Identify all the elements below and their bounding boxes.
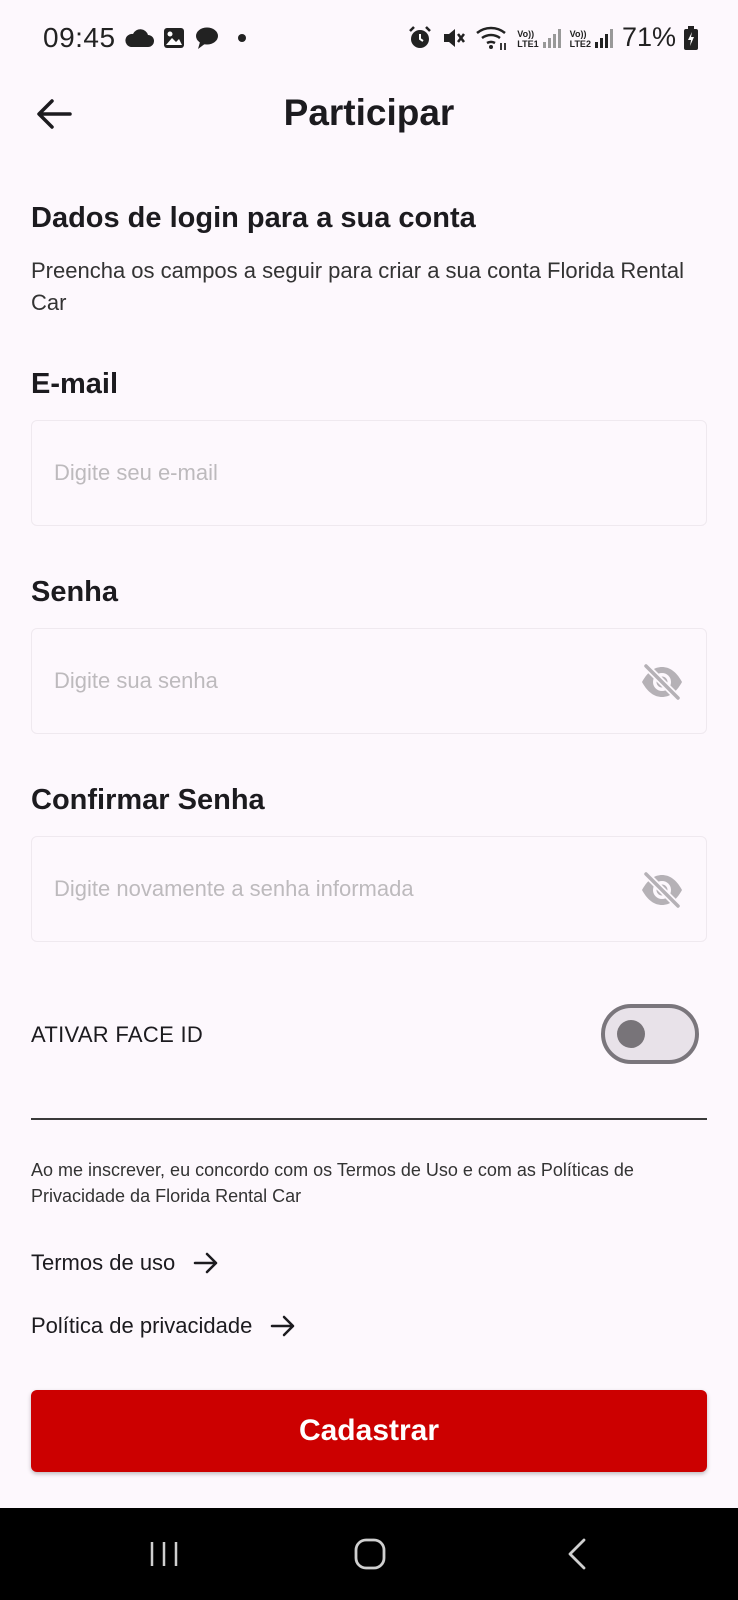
privacy-policy-link[interactable]: Política de privacidade xyxy=(31,1313,296,1339)
chat-bubble-icon xyxy=(196,27,218,49)
terms-of-use-link[interactable]: Termos de uso xyxy=(31,1250,219,1276)
email-field[interactable] xyxy=(31,420,707,526)
volte-label-2: Vo)) xyxy=(569,28,587,39)
section-title: Dados de login para a sua conta xyxy=(31,202,476,234)
app-bar: Participar xyxy=(0,78,738,154)
email-label: E-mail xyxy=(31,368,119,400)
signal-lte1-icon: Vo)) LTE1 xyxy=(517,27,561,49)
terms-text: Ao me inscrever, eu concordo com os Term… xyxy=(31,1160,634,1206)
status-bar: 09:45 Vo)) LTE1 Vo)) LTE2 71% xyxy=(0,0,738,78)
system-nav-bar xyxy=(0,1508,738,1600)
arrow-right-icon xyxy=(271,1315,295,1337)
confirm-password-field[interactable] xyxy=(31,836,707,942)
arrow-right-icon xyxy=(194,1252,218,1274)
back-icon[interactable] xyxy=(556,1534,600,1574)
divider xyxy=(31,1118,707,1120)
signal-lte2-icon: Vo)) LTE2 xyxy=(570,27,614,49)
lte2-label: LTE2 xyxy=(569,38,591,49)
eye-off-icon[interactable] xyxy=(640,870,684,910)
submit-button[interactable]: Cadastrar xyxy=(31,1390,707,1472)
face-id-toggle[interactable] xyxy=(601,1004,699,1064)
wifi-icon xyxy=(476,26,507,50)
battery-percent: 71% xyxy=(621,22,676,52)
eye-off-icon[interactable] xyxy=(640,662,684,702)
section-description: Preencha os campos a seguir para criar a… xyxy=(31,258,685,315)
volte-label: Vo)) xyxy=(517,28,535,39)
status-left-icons xyxy=(124,26,246,50)
mute-icon xyxy=(444,28,466,47)
privacy-policy-label: Política de privacidade xyxy=(31,1313,253,1338)
password-field[interactable] xyxy=(31,628,707,734)
password-input[interactable] xyxy=(54,629,614,733)
screen: 09:45 Vo)) LTE1 Vo)) LTE2 71% Participar… xyxy=(0,0,738,1600)
email-input[interactable] xyxy=(54,421,614,525)
confirm-password-label: Confirmar Senha xyxy=(31,784,265,816)
toggle-knob xyxy=(617,1020,645,1048)
status-time: 09:45 xyxy=(43,22,116,53)
password-label: Senha xyxy=(31,576,119,608)
page-title: Participar xyxy=(283,92,455,133)
home-icon[interactable] xyxy=(348,1534,392,1574)
dot-icon xyxy=(238,34,246,42)
status-right-icons: Vo)) LTE1 Vo)) LTE2 71% xyxy=(407,22,698,53)
confirm-password-input[interactable] xyxy=(54,837,614,941)
lte1-label: LTE1 xyxy=(517,38,539,49)
battery-charging-icon xyxy=(684,25,698,50)
cloud-icon xyxy=(125,29,154,47)
alarm-icon xyxy=(409,25,432,48)
terms-of-use-label: Termos de uso xyxy=(31,1250,176,1275)
face-id-label: ATIVAR FACE ID xyxy=(31,1022,204,1047)
recents-icon[interactable] xyxy=(142,1534,186,1574)
image-icon xyxy=(164,28,184,48)
